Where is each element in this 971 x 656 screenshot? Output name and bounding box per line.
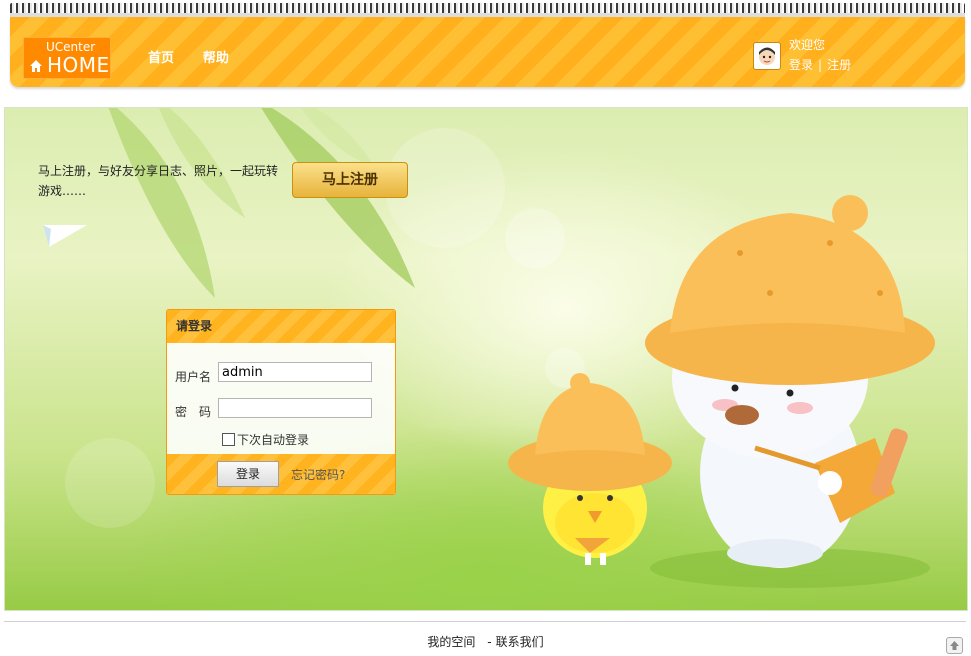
site-header: UCenter HOME 首页 帮助 欢迎您 登录 | 注册 — [10, 17, 965, 87]
password-input[interactable] — [218, 398, 372, 418]
leaves-illustration — [108, 108, 415, 298]
header-register-link[interactable]: 注册 — [827, 58, 851, 72]
auth-separator: | — [818, 58, 823, 72]
promo-text: 马上注册，与好友分享日志、照片，一起玩转游戏…… — [38, 164, 279, 198]
bokeh-light — [65, 438, 155, 528]
back-to-top-icon[interactable] — [946, 637, 963, 654]
header-login-link[interactable]: 登录 — [789, 58, 813, 72]
register-now-button[interactable]: 马上注册 — [292, 162, 408, 198]
login-footer: 登录 忘记密码? — [167, 454, 395, 494]
remember-me-checkbox[interactable] — [222, 433, 235, 446]
nav-help[interactable]: 帮助 — [203, 51, 229, 66]
my-space-link[interactable]: 我的空间 — [427, 635, 475, 649]
password-label: 密 码 — [175, 405, 212, 419]
user-avatar-icon — [753, 42, 781, 70]
forgot-password-link[interactable]: 忘记密码? — [291, 466, 345, 483]
hero-banner: 马上注册，与好友分享日志、照片，一起玩转游戏…… 马上注册 请登录 用户名 ad… — [4, 107, 968, 611]
paper-flag-decoration — [43, 225, 87, 247]
spiral-binding — [10, 3, 965, 17]
logo-main-text: HOME — [47, 53, 110, 77]
username-label: 用户名 — [175, 370, 212, 384]
auth-links: 登录 | 注册 — [789, 56, 851, 73]
footer-divider — [4, 621, 966, 622]
remember-me-label: 下次自动登录 — [237, 433, 310, 447]
ucenter-home-logo[interactable]: UCenter HOME — [23, 37, 111, 79]
login-submit-button[interactable]: 登录 — [217, 461, 279, 487]
main-nav: 首页 帮助 — [148, 47, 254, 66]
login-panel: 请登录 用户名 admin 密 码 下次自动登录 登录 忘记密码? — [166, 309, 396, 495]
home-icon — [30, 60, 42, 72]
nav-home[interactable]: 首页 — [148, 51, 174, 66]
login-title: 请登录 — [167, 310, 395, 343]
logo-top-text: UCenter — [46, 40, 96, 54]
footer-dash: - — [487, 635, 492, 649]
site-footer: 我的空间 - 联系我们 — [0, 633, 971, 650]
username-input[interactable]: admin — [218, 362, 372, 382]
contact-us-link[interactable]: 联系我们 — [496, 635, 544, 649]
welcome-text: 欢迎您 — [789, 38, 826, 52]
mascot-illustration — [508, 195, 935, 588]
